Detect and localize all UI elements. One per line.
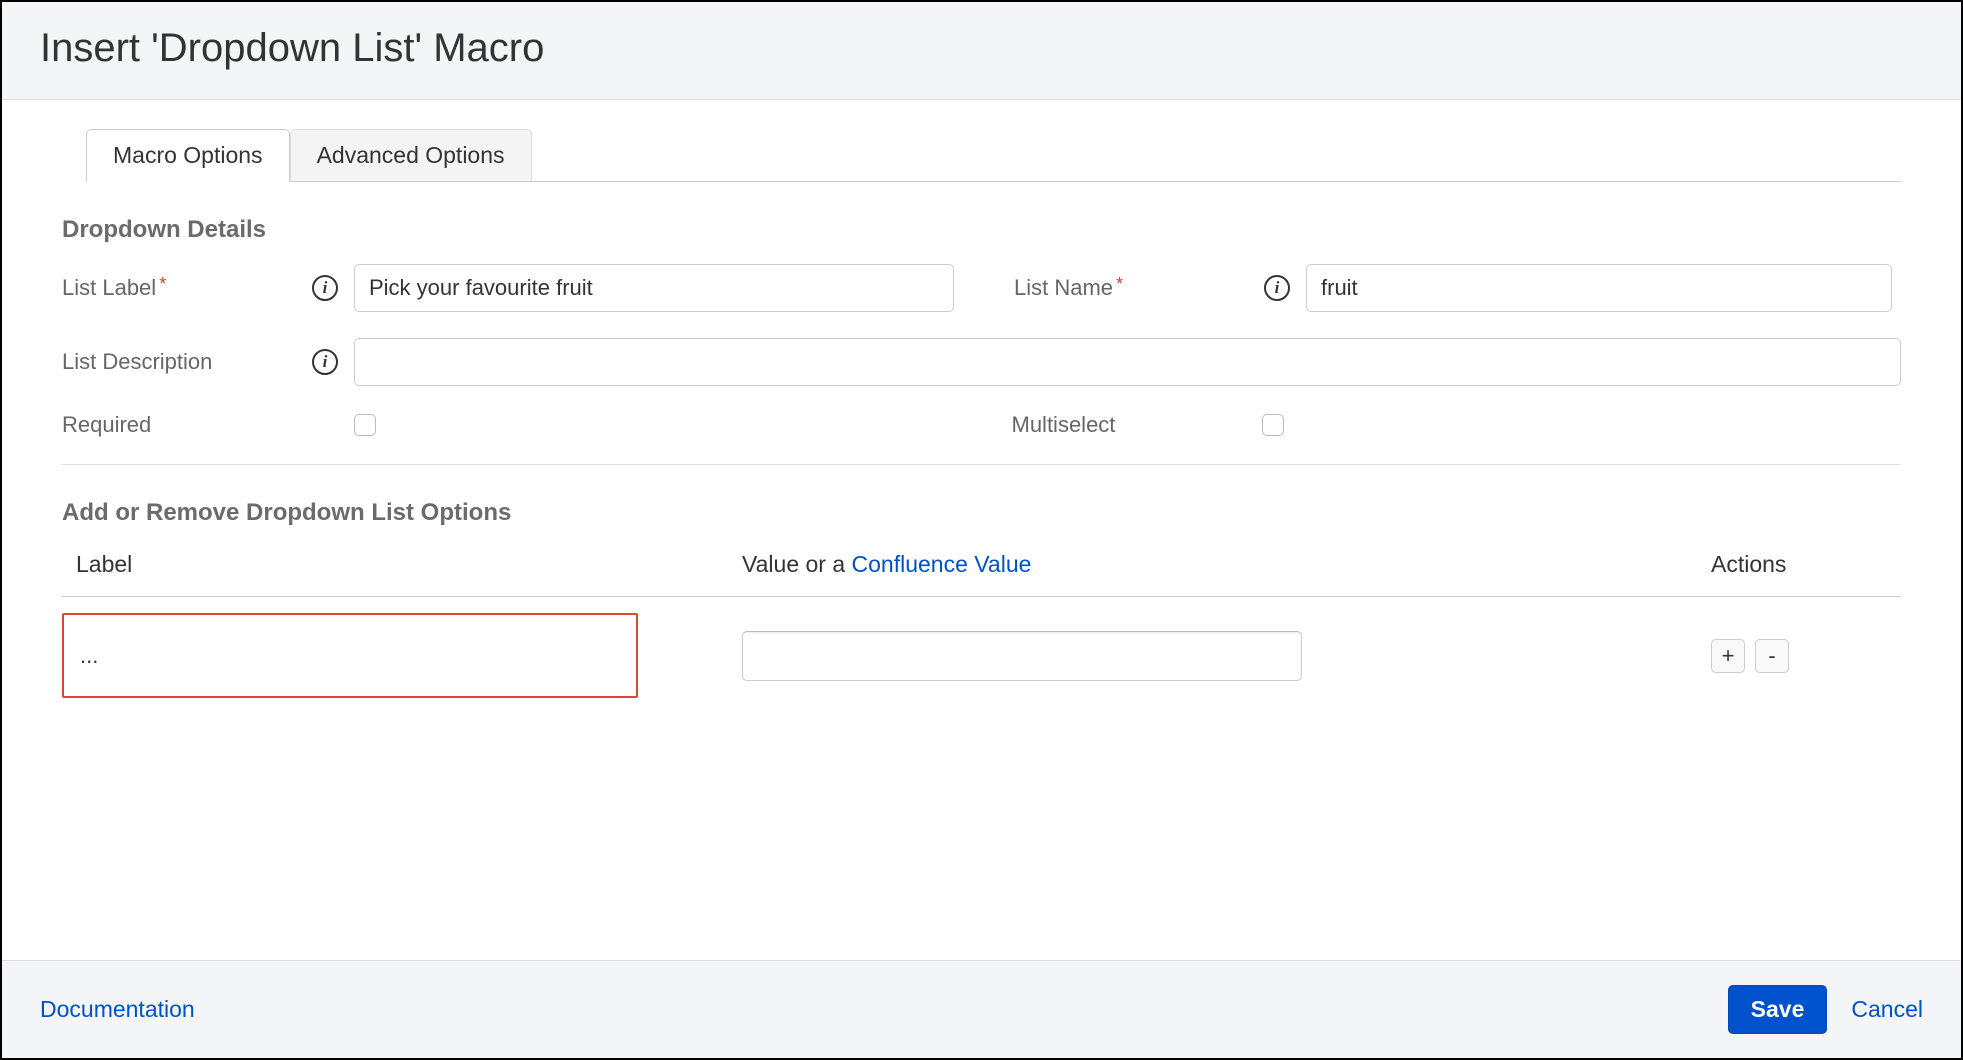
remove-option-button[interactable]: - — [1755, 639, 1789, 673]
options-head: Label Value or a Confluence Value Action… — [62, 551, 1901, 597]
label-list-name: List Name* — [1014, 275, 1264, 301]
footer-actions: Save Cancel — [1728, 985, 1923, 1034]
option-label-input[interactable] — [62, 613, 638, 698]
tab-advanced-options[interactable]: Advanced Options — [290, 129, 532, 182]
list-name-input[interactable] — [1306, 264, 1892, 312]
info-icon[interactable]: i — [1264, 275, 1290, 301]
dialog-title: Insert 'Dropdown List' Macro — [40, 26, 1923, 71]
documentation-link[interactable]: Documentation — [40, 996, 195, 1023]
required-asterisk: * — [159, 274, 166, 295]
col-header-label: Label — [62, 551, 742, 578]
label-multiselect: Multiselect — [1012, 412, 1262, 438]
required-checkbox[interactable] — [354, 414, 376, 436]
multiselect-checkbox[interactable] — [1262, 414, 1284, 436]
info-icon[interactable]: i — [312, 349, 338, 375]
row-list-label-name: List Label* i List Name* i — [62, 264, 1901, 312]
cancel-button[interactable]: Cancel — [1851, 996, 1923, 1023]
group-required: Required — [62, 412, 952, 438]
group-list-label: List Label* i — [62, 264, 954, 312]
label-list-description: List Description — [62, 349, 312, 375]
col-header-actions: Actions — [1701, 551, 1901, 578]
add-option-button[interactable]: + — [1711, 639, 1745, 673]
group-list-name: List Name* i — [1014, 264, 1901, 312]
options-row: + - — [62, 597, 1901, 698]
group-list-description: List Description i — [62, 338, 1901, 386]
tab-bar: Macro Options Advanced Options — [86, 128, 1901, 182]
row-list-description: List Description i — [62, 338, 1901, 386]
dialog-body: Macro Options Advanced Options Dropdown … — [2, 100, 1961, 960]
info-icon[interactable]: i — [312, 275, 338, 301]
col-header-value: Value or a Confluence Value — [742, 551, 1701, 578]
option-value-input[interactable] — [742, 631, 1302, 681]
dialog-header: Insert 'Dropdown List' Macro — [2, 2, 1961, 100]
options-table: Label Value or a Confluence Value Action… — [62, 551, 1901, 698]
dialog-footer: Documentation Save Cancel — [2, 960, 1961, 1058]
col-label — [62, 613, 742, 698]
save-button[interactable]: Save — [1728, 985, 1828, 1034]
group-multiselect: Multiselect — [1012, 412, 1902, 438]
section-dropdown-details-title: Dropdown Details — [62, 216, 1901, 244]
macro-dialog: Insert 'Dropdown List' Macro Macro Optio… — [0, 0, 1963, 1060]
required-asterisk: * — [1116, 274, 1123, 295]
list-label-input[interactable] — [354, 264, 954, 312]
list-description-input[interactable] — [354, 338, 1901, 386]
row-required-multiselect: Required Multiselect — [62, 412, 1901, 438]
tab-macro-options[interactable]: Macro Options — [86, 129, 290, 182]
section-divider — [62, 464, 1901, 465]
section-options-title: Add or Remove Dropdown List Options — [62, 499, 1901, 527]
confluence-value-link[interactable]: Confluence Value — [852, 551, 1032, 577]
label-required: Required — [62, 412, 354, 438]
label-list-label: List Label* — [62, 275, 312, 301]
col-value — [742, 631, 1701, 681]
col-actions: + - — [1701, 639, 1901, 673]
